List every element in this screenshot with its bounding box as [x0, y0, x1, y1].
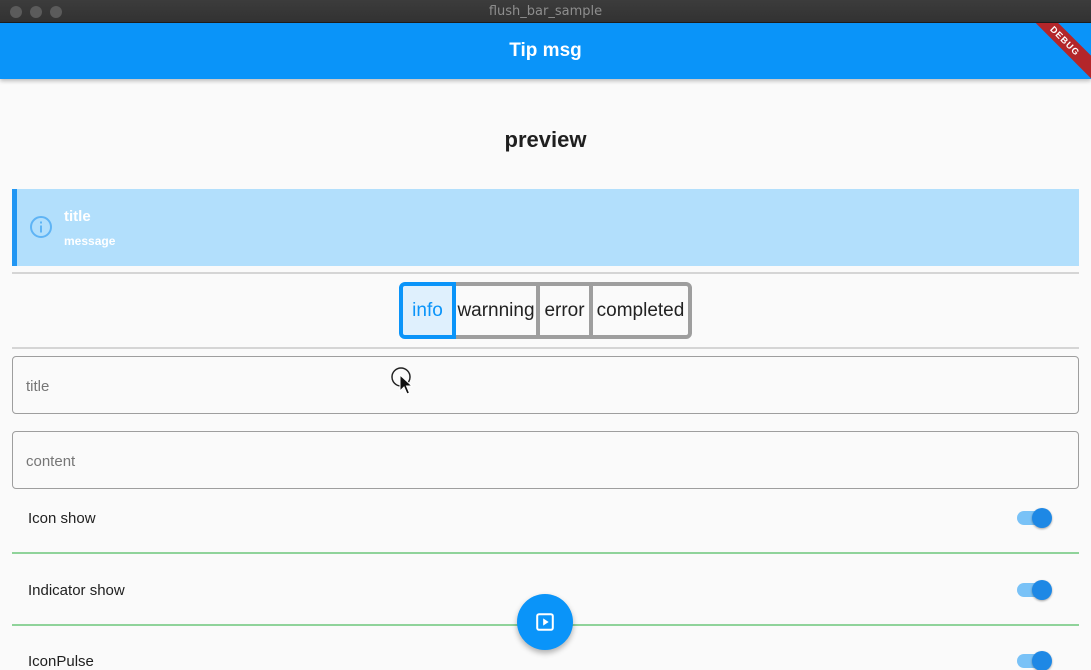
mouse-cursor-icon [391, 367, 414, 395]
debug-label: DEBUG [1031, 23, 1091, 83]
segment-warnning[interactable]: warnning [452, 282, 540, 339]
icon-show-switch[interactable] [1016, 506, 1054, 530]
content-field[interactable] [12, 431, 1079, 490]
info-icon [30, 216, 52, 238]
app-window: flush_bar_sample Tip msg DEBUG preview t… [0, 0, 1091, 670]
debug-banner: DEBUG [1031, 23, 1091, 83]
play-icon [536, 613, 554, 631]
indicator-show-label: Indicator show [28, 582, 125, 599]
divider [12, 272, 1079, 274]
flush-bar-preview: title message [12, 189, 1079, 266]
content-input[interactable] [24, 432, 1068, 490]
switch-thumb [1032, 508, 1052, 528]
switch-thumb [1032, 651, 1052, 670]
segment-info[interactable]: info [399, 282, 456, 339]
segment-completed[interactable]: completed [589, 282, 692, 339]
row-divider [12, 552, 1079, 554]
app-bar-title: Tip msg [509, 40, 582, 61]
indicator-show-switch[interactable] [1016, 578, 1054, 602]
title-input[interactable] [24, 357, 1068, 415]
window-titlebar: flush_bar_sample [0, 0, 1091, 23]
preview-heading: preview [504, 127, 587, 152]
icon-pulse-switch[interactable] [1016, 649, 1054, 670]
segment-error[interactable]: error [536, 282, 593, 339]
icon-show-label: Icon show [28, 510, 96, 527]
app-bar: Tip msg [0, 23, 1091, 79]
flush-bar-title: title [64, 208, 91, 225]
flush-bar-message: message [64, 234, 116, 248]
window-title: flush_bar_sample [488, 4, 603, 19]
icon-pulse-label: IconPulse [28, 653, 94, 670]
show-flush-bar-button[interactable] [517, 594, 573, 650]
switch-thumb [1032, 580, 1052, 600]
divider [12, 347, 1079, 349]
title-field[interactable] [12, 356, 1079, 415]
